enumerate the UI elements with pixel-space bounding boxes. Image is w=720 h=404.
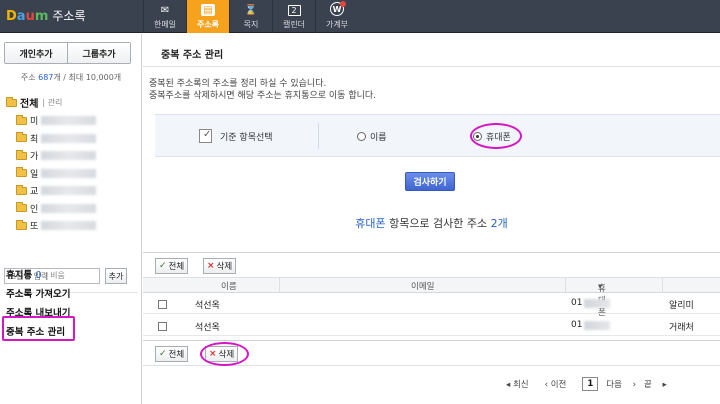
- folder-icon: [16, 114, 27, 125]
- group-tree: 미 최 가 일 교 인 또: [16, 112, 97, 235]
- folder-icon: [16, 132, 27, 143]
- import-link[interactable]: 주소록 가져오기: [6, 286, 71, 300]
- folder-icon: [16, 149, 27, 160]
- address-count: 주소 687개 / 최대 10,000개: [20, 73, 122, 82]
- add-button-group: 개인추가 그룹추가: [4, 42, 131, 64]
- prev-page-link[interactable]: ‹ 이전: [545, 378, 575, 390]
- criteria-panel: 기준 항목선택 이름 휴대폰: [155, 114, 720, 157]
- search-button[interactable]: 검사하기: [405, 172, 455, 191]
- page-title: 중복 주소 관리: [161, 50, 224, 61]
- blurred-text: [41, 221, 97, 231]
- tree-root[interactable]: 전체 | 관리: [6, 95, 62, 110]
- delete-x-icon: ×: [207, 261, 215, 271]
- daum-logo[interactable]: Daum 주소록: [6, 7, 86, 24]
- delete-button[interactable]: × 삭제: [203, 258, 237, 274]
- trash-link[interactable]: 휴지통 0 | 비움: [6, 267, 65, 281]
- group-item[interactable]: 교: [16, 182, 97, 200]
- folder-icon: [16, 219, 27, 230]
- highlight-annotation: [200, 342, 249, 366]
- blurred-text: [41, 186, 97, 196]
- list-toolbar-top: ✓ 전체 × 삭제: [143, 252, 720, 278]
- empty-trash-link[interactable]: 비움: [50, 271, 65, 280]
- main-content: 중복 주소 관리 중복된 주소록의 주소를 정리 하실 수 있습니다. 중복주소…: [143, 34, 720, 404]
- current-page[interactable]: 1: [582, 377, 599, 391]
- folder-icon: [6, 96, 17, 107]
- nav-mail[interactable]: ✉ 한메일: [143, 0, 186, 33]
- group-item[interactable]: 일: [16, 165, 97, 183]
- row-checkbox[interactable]: [158, 322, 167, 331]
- radio-name[interactable]: 이름: [357, 130, 387, 143]
- table-row[interactable]: 석선옥 01 거래처: [143, 316, 720, 336]
- group-item[interactable]: 가: [16, 147, 97, 165]
- blurred-text: [41, 168, 97, 178]
- table-row[interactable]: 석선옥 01 알리미: [143, 294, 720, 314]
- nav-hourglass[interactable]: ⌛ 목지: [229, 0, 272, 33]
- app-title: 주소록: [52, 9, 86, 23]
- group-item[interactable]: 미: [16, 112, 97, 130]
- highlight-annotation: [2, 316, 75, 341]
- blurred-text: [584, 298, 611, 308]
- nav-wallet[interactable]: W 가계부: [315, 0, 358, 33]
- notification-dot: [340, 1, 346, 7]
- blurred-text: [584, 320, 611, 330]
- blurred-text: [41, 151, 97, 161]
- top-bar: Daum 주소록 ✉ 한메일 ▤ 주소록 ⌛ 목지 2 캘린더 W 가계부: [0, 0, 720, 33]
- radio-circle: [357, 132, 366, 141]
- group-item[interactable]: 인: [16, 200, 97, 218]
- group-item[interactable]: 최: [16, 130, 97, 148]
- highlight-annotation: [470, 123, 522, 149]
- blurred-text: [41, 203, 97, 213]
- folder-icon: [16, 184, 27, 195]
- result-summary: 휴대폰 항목으로 검사한 주소 2개: [355, 217, 508, 230]
- wallet-icon: W: [330, 1, 346, 16]
- nav-address-book[interactable]: ▤ 주소록: [186, 0, 229, 33]
- column-name[interactable]: 이름: [221, 280, 237, 292]
- calendar-icon: 2: [287, 5, 301, 16]
- add-group-submit-button[interactable]: 추가: [105, 268, 127, 284]
- folder-icon: [16, 202, 27, 213]
- sort-arrow-icon: ▾: [598, 282, 603, 292]
- first-page-link[interactable]: ◂ 최신: [506, 378, 537, 390]
- divider: [143, 66, 720, 67]
- service-nav: ✉ 한메일 ▤ 주소록 ⌛ 목지 2 캘린더 W 가계부: [143, 0, 358, 33]
- select-all-button[interactable]: ✓ 전체: [155, 346, 189, 362]
- row-checkbox[interactable]: [158, 300, 167, 309]
- last-page-link[interactable]: 끝 ▸: [644, 378, 667, 390]
- nav-calendar[interactable]: 2 캘린더: [272, 0, 315, 33]
- check-icon: ✓: [159, 261, 167, 271]
- folder-icon: [16, 167, 27, 178]
- address-book-icon: ▤: [201, 4, 215, 16]
- add-person-button[interactable]: 개인추가: [5, 43, 67, 63]
- pagination: ◂ 최신 ‹ 이전 1 다음 › 끝 ▸: [506, 377, 675, 391]
- tree-manage-link[interactable]: | 관리: [42, 97, 62, 108]
- select-all-button[interactable]: ✓ 전체: [155, 258, 189, 274]
- sidebar: 개인추가 그룹추가 주소 687개 / 최대 10,000개 전체 | 관리 미…: [0, 34, 142, 404]
- next-page-link[interactable]: 다음 ›: [606, 378, 636, 390]
- hourglass-icon: ⌛: [244, 4, 258, 16]
- blurred-text: [41, 133, 97, 143]
- group-item[interactable]: 또: [16, 217, 97, 235]
- column-email[interactable]: 이메일: [411, 280, 434, 292]
- checklist-icon: [199, 129, 212, 143]
- criteria-label: 기준 항목선택: [199, 129, 273, 143]
- table-header: 이름 이메일 휴대폰 ▾: [143, 278, 720, 318]
- blurred-text: [41, 116, 97, 126]
- divider: [318, 123, 319, 149]
- add-group-button[interactable]: 그룹추가: [67, 43, 130, 63]
- description: 중복된 주소록의 주소를 정리 하실 수 있습니다. 중복주소를 삭제하시면 해…: [149, 79, 377, 101]
- mail-icon: ✉: [160, 4, 170, 16]
- check-icon: ✓: [159, 349, 167, 359]
